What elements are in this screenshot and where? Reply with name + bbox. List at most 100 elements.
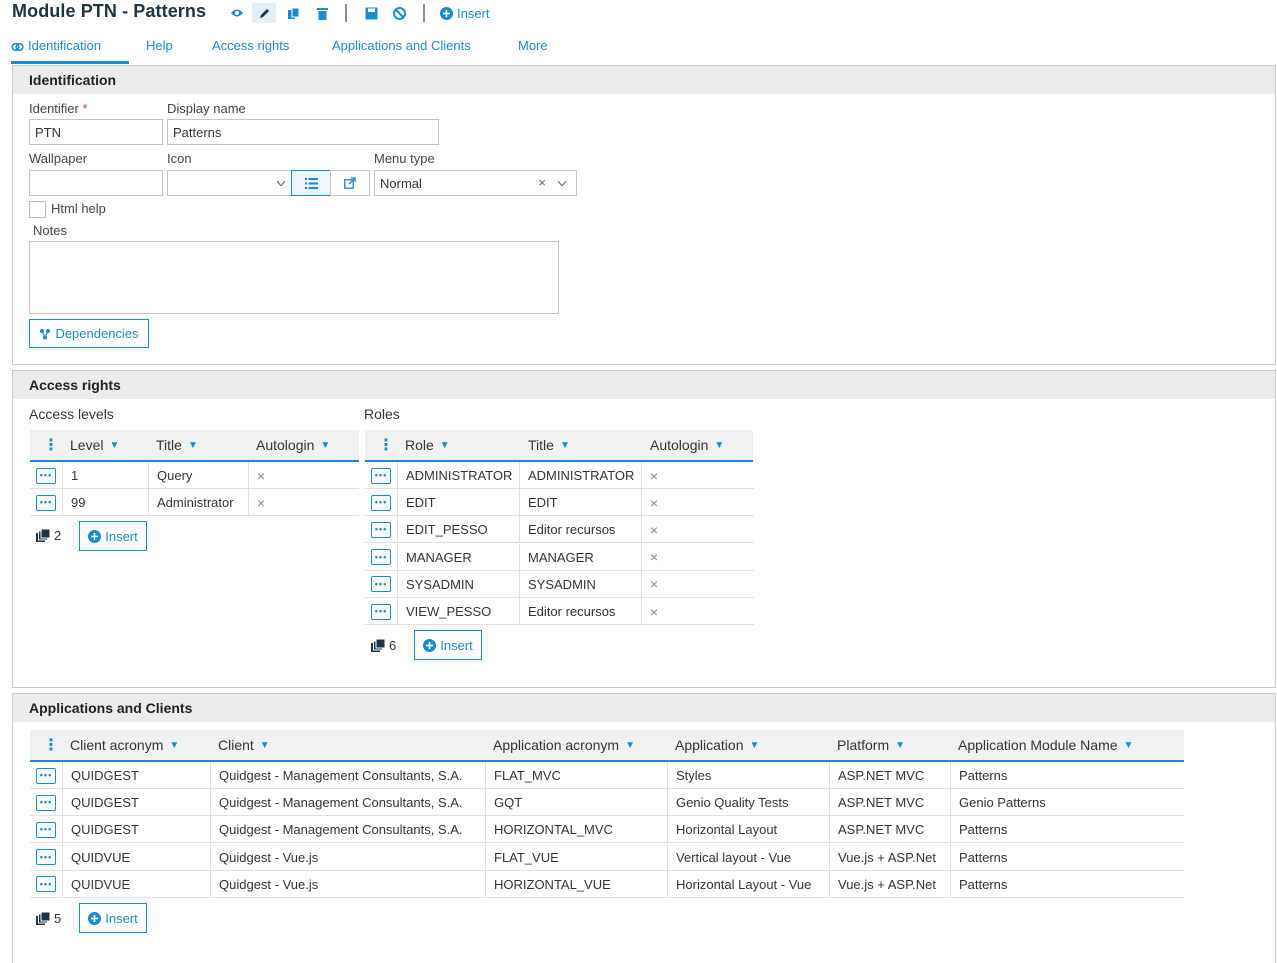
- cell-title: SYSADMIN: [519, 570, 641, 598]
- column-menu-button[interactable]: ⋮: [43, 430, 59, 460]
- kebab-icon: ⋮: [43, 737, 59, 754]
- row-actions-button[interactable]: •••: [36, 794, 56, 811]
- column-header-title[interactable]: Title ▼: [528, 430, 570, 460]
- column-header-application-acronym[interactable]: Application acronym ▼: [493, 730, 635, 760]
- delete-button[interactable]: [310, 3, 334, 23]
- cell-module-name: Patterns: [950, 816, 1184, 844]
- cell-client-acronym: QUIDGEST: [62, 762, 210, 789]
- row-actions-button[interactable]: •••: [36, 767, 56, 784]
- clear-icon[interactable]: ×: [538, 175, 546, 190]
- notes-textarea[interactable]: [29, 241, 559, 314]
- table-row[interactable]: ••• SYSADMIN SYSADMIN ×: [365, 570, 754, 598]
- insert-application-button[interactable]: Insert: [79, 903, 147, 933]
- cancel-button[interactable]: [387, 3, 411, 23]
- icon-list-button[interactable]: [291, 170, 331, 196]
- table-row[interactable]: ••• QUIDVUE Quidgest - Vue.js HORIZONTAL_VU…: [30, 870, 1184, 898]
- column-header-platform[interactable]: Platform ▼: [837, 730, 905, 760]
- column-menu-button[interactable]: ⋮: [378, 430, 394, 460]
- insert-access-level-button[interactable]: Insert: [79, 521, 147, 551]
- table-row[interactable]: ••• VIEW_PESSO Editor recursos ×: [365, 598, 754, 625]
- cell-platform: Vue.js + ASP.Net: [829, 843, 950, 871]
- tab-help[interactable]: Help: [146, 38, 173, 64]
- chevron-down-icon: ▼: [259, 739, 270, 751]
- table-row[interactable]: ••• EDIT EDIT ×: [365, 489, 754, 517]
- duplicate-button[interactable]: [281, 3, 305, 23]
- column-header-title[interactable]: Title ▼: [156, 430, 198, 460]
- save-button[interactable]: [359, 3, 383, 23]
- row-actions-button[interactable]: •••: [36, 876, 56, 893]
- ellipsis-icon: •••: [374, 470, 388, 480]
- stack-icon: [36, 912, 50, 925]
- cell-module-name: Patterns: [950, 870, 1184, 898]
- wallpaper-label: Wallpaper: [29, 151, 88, 166]
- cell-client: Quidgest - Management Consultants, S.A.: [210, 816, 485, 844]
- plus-circle-icon: [440, 6, 453, 20]
- cell-client: Quidgest - Management Consultants, S.A.: [210, 789, 485, 817]
- row-actions-button[interactable]: •••: [371, 603, 391, 620]
- cell-application: Styles: [667, 762, 829, 789]
- wallpaper-field[interactable]: [29, 170, 163, 196]
- table-row[interactable]: ••• QUIDVUE Quidgest - Vue.js FLAT_VUE Verti…: [30, 843, 1184, 871]
- row-actions-button[interactable]: •••: [36, 494, 56, 511]
- cell-autologin: ×: [641, 489, 754, 517]
- table-row[interactable]: ••• 99 Administrator ×: [30, 489, 359, 516]
- table-row[interactable]: ••• QUIDGEST Quidgest - Management Consult…: [30, 762, 1184, 789]
- row-actions-button[interactable]: •••: [371, 549, 391, 566]
- table-row[interactable]: ••• ADMINISTRATOR ADMINISTRATOR ×: [365, 462, 754, 489]
- insert-button[interactable]: Insert: [440, 4, 490, 22]
- cell-module-name: Genio Patterns: [950, 789, 1184, 817]
- row-actions-button[interactable]: •••: [36, 467, 56, 484]
- tab-more[interactable]: More: [518, 38, 548, 64]
- chevron-down-icon: ▼: [169, 739, 180, 751]
- link-icon: [11, 42, 24, 52]
- page-title: Module PTN - Patterns: [12, 1, 207, 21]
- column-header-autologin[interactable]: Autologin ▼: [650, 430, 724, 460]
- column-header-level[interactable]: Level ▼: [70, 430, 119, 460]
- display-name-field[interactable]: Patterns: [167, 119, 439, 145]
- row-actions-button[interactable]: •••: [371, 521, 391, 538]
- identifier-field[interactable]: PTN: [29, 119, 163, 145]
- table-row[interactable]: ••• MANAGER MANAGER ×: [365, 543, 754, 571]
- tab-identification[interactable]: Identification: [11, 38, 129, 64]
- column-header-client-acronym[interactable]: Client acronym ▼: [70, 730, 179, 760]
- icon-open-button[interactable]: [330, 170, 370, 196]
- table-row[interactable]: ••• QUIDGEST Quidgest - Management Consult…: [30, 789, 1184, 817]
- eye-icon: [231, 9, 243, 17]
- tab-applications-and-clients[interactable]: Applications and Clients: [332, 38, 471, 64]
- table-row[interactable]: ••• 1 Query ×: [30, 462, 359, 489]
- chevron-down-icon: ▼: [320, 439, 331, 451]
- cell-client-acronym: QUIDGEST: [62, 816, 210, 844]
- menu-type-select[interactable]: Normal ×: [374, 170, 577, 196]
- tab-access-rights[interactable]: Access rights: [212, 38, 289, 64]
- ellipsis-icon: •••: [374, 524, 388, 535]
- column-header-application[interactable]: Application ▼: [675, 730, 759, 760]
- edit-button[interactable]: [252, 3, 276, 23]
- table-row[interactable]: ••• EDIT_PESSO Editor recursos ×: [365, 516, 754, 544]
- row-actions-button[interactable]: •••: [36, 821, 56, 838]
- dependencies-button[interactable]: Dependencies: [29, 319, 149, 348]
- table-row[interactable]: ••• QUIDGEST Quidgest - Management Consult…: [30, 816, 1184, 844]
- html-help-checkbox[interactable]: [29, 201, 46, 218]
- column-header-autologin[interactable]: Autologin ▼: [256, 430, 330, 460]
- cell-title: Editor recursos: [519, 516, 641, 544]
- cell-platform: Vue.js + ASP.Net: [829, 870, 950, 898]
- row-actions-button[interactable]: •••: [371, 576, 391, 593]
- column-menu-button[interactable]: ⋮: [43, 730, 59, 760]
- row-actions-button[interactable]: •••: [371, 467, 391, 484]
- view-button[interactable]: [225, 3, 249, 23]
- cell-application: Horizontal Layout - Vue: [667, 870, 829, 898]
- column-header-module-name[interactable]: Application Module Name ▼: [958, 730, 1133, 760]
- cell-platform: ASP.NET MVC: [829, 816, 950, 844]
- cell-application-acronym: FLAT_VUE: [485, 843, 667, 871]
- icon-select[interactable]: [167, 170, 292, 196]
- cell-role: MANAGER: [397, 543, 519, 571]
- identifier-label: Identifier *: [29, 101, 88, 116]
- row-actions-button[interactable]: •••: [371, 494, 391, 511]
- grid-header: ⋮ Client acronym ▼ Client ▼ Application ac…: [30, 730, 1184, 762]
- insert-role-button[interactable]: Insert: [414, 630, 482, 660]
- column-header-client[interactable]: Client ▼: [218, 730, 270, 760]
- column-header-role[interactable]: Role ▼: [405, 430, 450, 460]
- cell-role: ADMINISTRATOR: [397, 462, 519, 489]
- roles-grid: ⋮ Role ▼ Title ▼ Autologin ▼ ••• ADMINISTRAT…: [365, 430, 755, 627]
- row-actions-button[interactable]: •••: [36, 849, 56, 866]
